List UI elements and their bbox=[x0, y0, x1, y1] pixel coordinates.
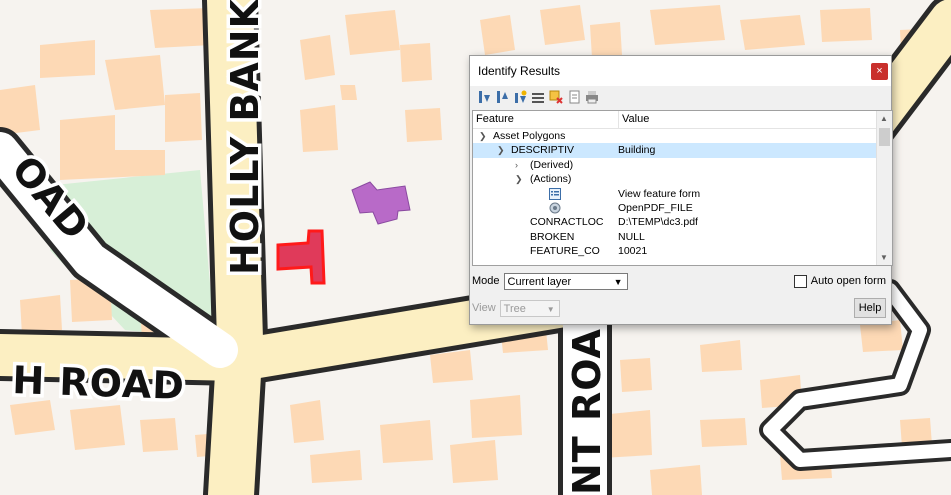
tree-item-label: DESCRIPTIV bbox=[511, 144, 575, 157]
building bbox=[345, 10, 400, 55]
building bbox=[290, 400, 324, 443]
copy-feature-icon[interactable] bbox=[548, 89, 564, 105]
expand-all-icon[interactable] bbox=[476, 89, 492, 105]
building bbox=[620, 358, 652, 392]
building bbox=[105, 55, 165, 110]
column-header-value[interactable]: Value bbox=[619, 111, 649, 128]
close-icon: × bbox=[876, 65, 883, 77]
building bbox=[650, 5, 725, 45]
mode-label: Mode bbox=[472, 275, 500, 287]
building bbox=[430, 350, 473, 383]
auto-open-form-option[interactable]: Auto open form bbox=[793, 274, 886, 288]
identify-toolbar bbox=[470, 86, 891, 108]
road-label-h-road: H ROAD bbox=[12, 358, 186, 408]
tree-row-attribute[interactable]: CONRACTLOC D:\TEMP\dc3.pdf bbox=[473, 215, 892, 229]
tree-row-actions[interactable]: ❯ (Actions) bbox=[473, 172, 892, 186]
print-icon[interactable] bbox=[584, 89, 600, 105]
attribute-name: BROKEN bbox=[530, 230, 575, 243]
view-label: View bbox=[472, 302, 496, 314]
tree-scrollbar[interactable]: ▲ ▼ bbox=[876, 111, 892, 265]
tree-item-value bbox=[618, 158, 892, 172]
building bbox=[300, 105, 338, 152]
building bbox=[70, 405, 125, 450]
tree-item-label: Asset Polygons bbox=[493, 130, 566, 142]
scroll-down-icon[interactable]: ▼ bbox=[880, 253, 888, 262]
results-tree[interactable]: Feature Value ❯ Asset Polygons ❯ DESCRIPTI… bbox=[472, 110, 893, 266]
building bbox=[470, 395, 522, 438]
building bbox=[10, 400, 55, 435]
column-header-feature[interactable]: Feature bbox=[473, 111, 619, 128]
building bbox=[310, 450, 362, 483]
tree-row-feature[interactable]: ❯ DESCRIPTIV Building bbox=[473, 143, 892, 158]
tree-row-layer[interactable]: ❯ Asset Polygons bbox=[473, 129, 892, 143]
clear-results-icon[interactable] bbox=[530, 89, 546, 105]
action-view-feature-form[interactable]: View feature form bbox=[618, 187, 892, 201]
building bbox=[20, 295, 62, 335]
attribute-value: NULL bbox=[618, 230, 645, 243]
building bbox=[400, 43, 432, 82]
tree-item-label: (Derived) bbox=[530, 158, 574, 171]
auto-open-form-checkbox[interactable] bbox=[793, 274, 807, 288]
building bbox=[540, 5, 585, 45]
building bbox=[300, 35, 335, 80]
building bbox=[40, 40, 95, 78]
tree-item-label: (Actions) bbox=[530, 173, 572, 186]
building bbox=[380, 420, 433, 463]
building bbox=[0, 85, 40, 135]
tree-row-attribute[interactable]: BROKEN NULL bbox=[473, 230, 892, 244]
attribute-name: FEATURE_CO bbox=[530, 245, 600, 258]
tree-item-value: Building bbox=[618, 144, 656, 157]
tree-item-value bbox=[618, 172, 892, 186]
mode-row: Mode Current layer ▼ Auto open form bbox=[472, 272, 886, 290]
scrollbar-thumb[interactable] bbox=[879, 128, 890, 146]
building bbox=[590, 22, 622, 58]
road-label-nt-road: NT ROAD bbox=[565, 296, 609, 495]
expand-new-icon[interactable] bbox=[512, 89, 528, 105]
identify-results-dialog[interactable]: Identify Results × Feature Value ❯ Asset… bbox=[469, 55, 893, 325]
tree-row-action-view-form[interactable]: View feature form bbox=[473, 187, 892, 201]
building bbox=[405, 108, 442, 142]
dropdown-arrow-icon: ▼ bbox=[613, 276, 623, 287]
building bbox=[450, 440, 498, 483]
chevron-right-icon[interactable]: › bbox=[515, 158, 518, 172]
scroll-up-icon[interactable]: ▲ bbox=[880, 114, 888, 123]
chevron-down-icon[interactable]: ❯ bbox=[515, 172, 523, 186]
building bbox=[165, 93, 202, 142]
attribute-value: 10021 bbox=[618, 245, 648, 258]
attribute-value: D:\TEMP\dc3.pdf bbox=[618, 216, 698, 229]
tree-row-action-open-pdf[interactable]: OpenPDF_FILE bbox=[473, 201, 892, 215]
chevron-down-icon[interactable]: ❯ bbox=[479, 129, 487, 143]
building bbox=[140, 418, 178, 452]
building bbox=[740, 15, 805, 50]
close-button[interactable]: × bbox=[871, 62, 888, 80]
tree-row-attribute[interactable]: FEATURE_CO 10021 bbox=[473, 244, 892, 258]
building bbox=[700, 418, 747, 447]
mode-select-value: Current layer bbox=[507, 275, 572, 288]
view-select-value: Tree bbox=[503, 302, 526, 315]
building bbox=[650, 465, 702, 495]
view-select[interactable]: Tree ▼ bbox=[499, 299, 560, 317]
dropdown-arrow-icon: ▼ bbox=[546, 304, 555, 314]
building bbox=[820, 8, 872, 42]
mode-select[interactable]: Current layer ▼ bbox=[503, 272, 628, 290]
attribute-name: CONRACTLOC bbox=[530, 216, 604, 229]
action-open-pdf[interactable]: OpenPDF_FILE bbox=[618, 201, 892, 215]
building bbox=[700, 340, 742, 372]
help-button[interactable]: Help bbox=[854, 298, 886, 318]
tree-row-derived[interactable]: › (Derived) bbox=[473, 158, 892, 172]
tree-item-value bbox=[618, 129, 892, 143]
dialog-titlebar[interactable]: Identify Results × bbox=[470, 56, 891, 86]
view-row: View Tree ▼ Help bbox=[472, 298, 886, 318]
auto-open-form-label: Auto open form bbox=[810, 275, 886, 287]
tree-header: Feature Value bbox=[473, 111, 892, 129]
dialog-title: Identify Results bbox=[478, 64, 561, 78]
building bbox=[480, 15, 515, 55]
chevron-down-icon[interactable]: ❯ bbox=[497, 143, 505, 157]
copy-attributes-icon[interactable] bbox=[566, 89, 582, 105]
collapse-all-icon[interactable] bbox=[494, 89, 510, 105]
road-label-holly-bank: HOLLY BANK bbox=[223, 0, 267, 275]
building bbox=[340, 85, 357, 100]
